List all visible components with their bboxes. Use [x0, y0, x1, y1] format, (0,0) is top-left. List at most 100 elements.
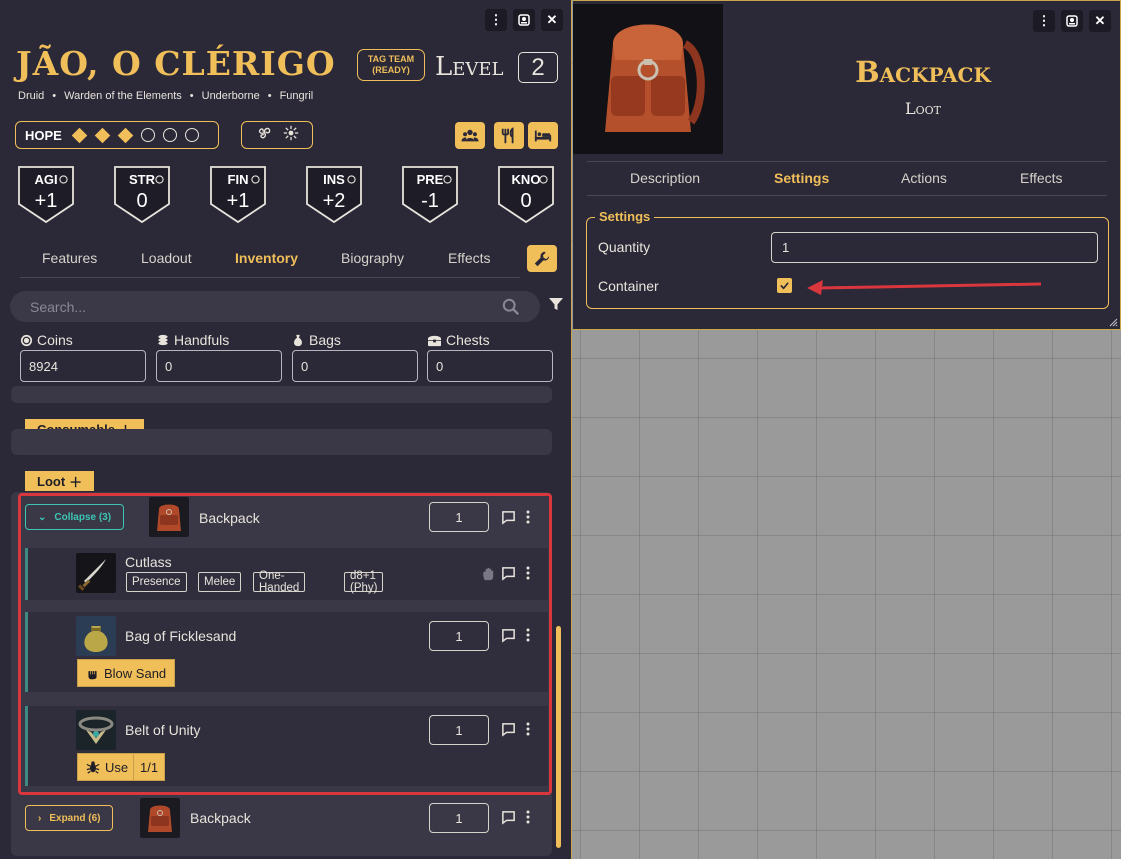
chests-input[interactable]: 0 [427, 350, 553, 382]
window-controls: ⋮ ✕ [485, 9, 563, 31]
hope-pip-empty[interactable] [162, 128, 177, 142]
trait-kno[interactable]: KNO 0 [497, 164, 555, 224]
quantity-input[interactable]: 1 [429, 803, 489, 833]
tab-inventory[interactable]: Inventory [235, 250, 298, 266]
hope-tracker: HOPE [15, 121, 219, 149]
window-controls: ⋮ ✕ [1033, 10, 1111, 32]
mark-circle-icon[interactable] [539, 175, 548, 184]
chat-icon[interactable] [501, 810, 516, 825]
settings-fieldset: Settings Quantity 1 Container [586, 209, 1109, 309]
mark-circle-icon[interactable] [59, 175, 68, 184]
handfuls-label: Handfuls [156, 332, 229, 348]
coins-input[interactable]: 8924 [20, 350, 146, 382]
bags-label: Bags [291, 332, 341, 348]
ancestry-label: Fungril [279, 90, 314, 102]
filter-icon[interactable] [548, 296, 564, 312]
backpack-thumbnail[interactable] [140, 798, 180, 838]
quantity-label: Quantity [598, 239, 651, 255]
settings-legend: Settings [595, 209, 655, 224]
character-sheet-window: ⋮ ✕ JÃO, O CLÉRIGO Druid • Warden of the… [0, 0, 572, 859]
tab-settings[interactable]: Settings [774, 170, 829, 186]
rest-long-button[interactable] [528, 122, 558, 149]
settings-button[interactable] [527, 245, 557, 272]
hope-pip-empty[interactable] [140, 128, 155, 142]
handfuls-input[interactable]: 0 [156, 350, 282, 382]
item-title[interactable]: Backpack [813, 55, 1033, 89]
chevron-right-icon: › [38, 812, 42, 824]
character-subtitle: Druid • Warden of the Elements • Underbo… [18, 90, 313, 102]
rest-short-button[interactable] [494, 122, 524, 149]
inventory-search-input[interactable]: Search... [10, 291, 540, 322]
search-icon[interactable] [502, 298, 520, 316]
tab-loadout[interactable]: Loadout [141, 250, 192, 266]
tab-description[interactable]: Description [630, 170, 700, 186]
utensils-icon [501, 126, 514, 143]
item-name[interactable]: Backpack [190, 810, 251, 826]
mark-circle-icon[interactable] [251, 175, 260, 184]
resize-handle-icon[interactable] [1108, 317, 1118, 327]
trait-value: +1 [34, 190, 58, 212]
expand-container-button[interactable]: › Expand (6) [25, 805, 114, 831]
close-icon[interactable]: ✕ [541, 9, 563, 31]
party-button[interactable] [455, 122, 485, 149]
community-label: Underborne [201, 90, 260, 102]
trait-value: +1 [226, 190, 250, 212]
tag-team-button[interactable]: TAG TEAM (READY) [357, 49, 425, 81]
item-type: Loot [905, 99, 941, 118]
item-sheet-window: ⋮ ✕ Backpack Loot Description Settings A… [573, 0, 1121, 330]
level-label: Level [435, 52, 504, 82]
mark-circle-icon[interactable] [347, 175, 356, 184]
menu-dots-icon[interactable]: ⋮ [1033, 10, 1055, 32]
triskelion-icon[interactable] [256, 124, 273, 146]
tab-features[interactable]: Features [42, 250, 97, 266]
tabs-divider [587, 195, 1107, 196]
container-checkbox[interactable] [777, 278, 792, 293]
loot-label: Loot [37, 473, 66, 489]
tab-effects[interactable]: Effects [1020, 170, 1063, 186]
character-name: JÃO, O CLÉRIGO [16, 44, 336, 83]
trait-pre[interactable]: PRE -1 [401, 164, 459, 224]
coins-label-text: Coins [37, 332, 73, 348]
tab-actions[interactable]: Actions [901, 170, 947, 186]
add-loot-button[interactable]: Loot ＋ [25, 471, 95, 491]
sun-icon[interactable] [283, 125, 299, 146]
bags-label-text: Bags [309, 332, 341, 348]
hope-pip-empty[interactable] [184, 128, 199, 142]
hope-pip-filled[interactable] [71, 127, 88, 143]
menu-dots-icon[interactable]: ⋮ [485, 9, 507, 31]
previous-section-panel [11, 386, 552, 403]
coins-label: Coins [20, 332, 73, 348]
token-icon[interactable] [513, 9, 535, 31]
wrench-icon [534, 251, 550, 266]
close-icon[interactable]: ✕ [1089, 10, 1111, 32]
level-value[interactable]: 2 [518, 52, 558, 83]
trait-ins[interactable]: INS +2 [305, 164, 363, 224]
handfuls-label-text: Handfuls [174, 332, 230, 348]
mark-circle-icon[interactable] [443, 175, 452, 184]
token-icon[interactable] [1061, 10, 1083, 32]
container-label: Container [598, 278, 659, 294]
users-icon [461, 129, 479, 141]
trait-str[interactable]: STR 0 [113, 164, 171, 224]
menu-dots-icon[interactable] [525, 810, 531, 824]
hope-pip-filled[interactable] [117, 127, 134, 143]
trait-fin[interactable]: FIN +1 [209, 164, 267, 224]
backpack-image[interactable] [573, 4, 723, 154]
tab-biography[interactable]: Biography [341, 250, 404, 266]
tabs-divider [587, 161, 1107, 162]
trait-agi[interactable]: AGI +1 [17, 164, 75, 224]
hope-pip-filled[interactable] [94, 127, 111, 143]
tag-team-label: TAG TEAM [367, 54, 415, 64]
tag-team-status: (READY) [372, 65, 410, 75]
bags-input[interactable]: 0 [292, 350, 418, 382]
trait-value: 0 [136, 190, 148, 212]
quantity-field[interactable]: 1 [771, 232, 1098, 263]
consumable-list-panel [11, 429, 552, 455]
subclass-label: Warden of the Elements [64, 90, 182, 102]
chests-label-text: Chests [446, 332, 490, 348]
scrollbar-thumb[interactable] [556, 626, 561, 848]
tab-effects[interactable]: Effects [448, 250, 491, 266]
expand-label: Expand (6) [49, 812, 101, 824]
class-label: Druid [18, 90, 45, 102]
mark-circle-icon[interactable] [155, 175, 164, 184]
